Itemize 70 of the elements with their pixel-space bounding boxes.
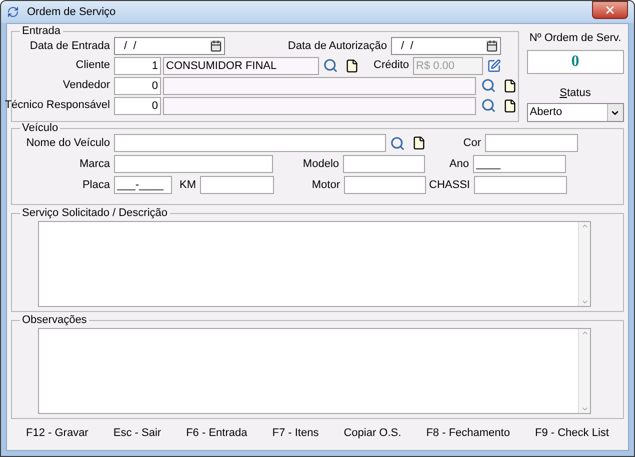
input-field[interactable] <box>344 176 426 194</box>
date-field[interactable]: / / <box>391 37 501 55</box>
field-label: Motor <box>312 178 340 193</box>
status-label: Status <box>560 86 591 100</box>
scroll-down-icon[interactable] <box>580 298 588 306</box>
group-title: Entrada <box>21 26 62 37</box>
group-title: Observações <box>21 315 88 326</box>
input-field[interactable] <box>343 155 425 173</box>
input-field[interactable] <box>163 96 476 114</box>
field-label: Data de Entrada <box>30 38 110 54</box>
input-field[interactable] <box>485 134 578 152</box>
document-icon[interactable] <box>412 136 426 150</box>
shortcut-button[interactable]: Esc - Sair <box>112 423 162 444</box>
scroll-down-icon[interactable] <box>580 405 588 413</box>
scroll-up-icon[interactable] <box>580 222 588 230</box>
input-field[interactable] <box>114 134 386 152</box>
calendar-icon[interactable] <box>210 40 222 52</box>
document-icon[interactable] <box>503 98 517 112</box>
order-number-label: Nº Ordem de Serv. <box>529 31 622 46</box>
field-label: Cliente <box>76 58 110 74</box>
field-label: Ano <box>449 156 469 172</box>
input-field[interactable]: 0 <box>114 96 161 114</box>
text-area[interactable] <box>38 221 591 307</box>
field-label: KM <box>180 178 196 193</box>
field-label: Data de Autorização <box>288 38 387 54</box>
shortcut-button[interactable]: F7 - Itens <box>271 423 320 444</box>
edit-icon[interactable] <box>487 58 501 72</box>
input-field[interactable]: ___-____ <box>114 176 172 194</box>
scrollbar[interactable] <box>578 329 590 413</box>
field-label: Técnico Responsável <box>4 98 110 114</box>
window-title: Ordem de Serviço <box>27 4 116 20</box>
field-label: Cor <box>463 136 481 151</box>
close-icon[interactable] <box>604 4 616 16</box>
shortcut-button[interactable]: F9 - Check List <box>534 423 610 444</box>
input-field[interactable]: ____ <box>473 155 566 173</box>
shortcut-button[interactable]: F12 - Gravar <box>25 423 90 444</box>
scroll-up-icon[interactable] <box>580 329 588 337</box>
field-label: Vendedor <box>62 78 110 94</box>
search-icon[interactable] <box>323 58 338 73</box>
input-field[interactable] <box>474 176 567 194</box>
calendar-icon[interactable] <box>486 40 498 52</box>
app-icon <box>7 6 19 18</box>
input-field[interactable] <box>114 155 273 173</box>
field-label: Crédito <box>374 58 409 74</box>
order-number-display: 0 <box>526 50 624 74</box>
field-label: CHASSI <box>429 178 470 193</box>
field-label: Nome do Veículo <box>26 136 110 151</box>
shortcut-button[interactable]: F6 - Entrada <box>185 423 248 444</box>
close-button[interactable] <box>592 1 628 19</box>
search-icon[interactable] <box>481 78 496 93</box>
date-field[interactable]: / / <box>114 37 225 55</box>
group-title: Serviço Solicitado / Descrição <box>21 208 169 219</box>
text-area[interactable] <box>38 328 591 414</box>
group-title: Veículo <box>21 123 60 134</box>
search-icon[interactable] <box>481 98 496 113</box>
field-label: Marca <box>79 156 110 172</box>
shortcut-button[interactable]: F8 - Fechamento <box>425 423 511 444</box>
input-field[interactable] <box>200 176 274 194</box>
document-icon[interactable] <box>503 78 517 92</box>
shortcut-button[interactable]: Copiar O.S. <box>342 423 402 444</box>
field-label: Placa <box>82 178 110 193</box>
input-field[interactable]: CONSUMIDOR FINAL <box>163 56 319 74</box>
search-icon[interactable] <box>390 136 405 150</box>
scrollbar[interactable] <box>578 222 590 306</box>
input-field[interactable]: 0 <box>114 76 161 94</box>
field-label: Modelo <box>302 156 339 172</box>
input-field[interactable]: 1 <box>114 56 161 74</box>
status-dropdown[interactable]: Aberto <box>526 103 624 122</box>
document-icon[interactable] <box>345 58 359 72</box>
input-field[interactable] <box>163 76 476 94</box>
